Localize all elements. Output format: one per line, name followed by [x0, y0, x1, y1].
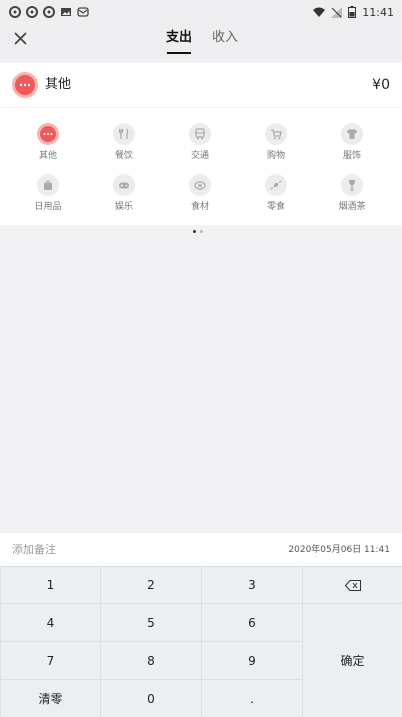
category-clothing[interactable]: 服饰 — [322, 123, 382, 167]
active-tab-indicator — [167, 52, 191, 54]
key-3[interactable]: 3 — [202, 567, 302, 603]
page-dot-active — [193, 230, 196, 233]
bus-icon — [189, 123, 211, 145]
category-dining[interactable]: 餐饮 — [94, 123, 154, 167]
key-1[interactable]: 1 — [1, 567, 100, 603]
key-0[interactable]: 0 — [101, 680, 201, 717]
close-button[interactable] — [10, 28, 32, 50]
key-6[interactable]: 6 — [202, 604, 302, 641]
key-5[interactable]: 5 — [101, 604, 201, 641]
category-ingredients[interactable]: 食材 — [170, 174, 230, 218]
notification-icons — [9, 3, 89, 18]
page-indicator — [193, 230, 203, 233]
key-7[interactable]: 7 — [1, 642, 100, 679]
number-keypad: 1 2 3 4 5 6 7 8 9 清零 0 . 确定 — [0, 566, 402, 717]
glass-icon — [341, 174, 363, 196]
top-bar: 支出 收入 — [0, 20, 402, 58]
confirm-button[interactable]: 确定 — [303, 604, 402, 717]
more-icon — [37, 123, 59, 145]
app-notification-icon — [43, 3, 55, 18]
shirt-icon — [341, 123, 363, 145]
app-notification-icon — [26, 3, 38, 18]
candy-icon — [265, 174, 287, 196]
category-label: 购物 — [266, 151, 285, 161]
meat-icon — [189, 174, 211, 196]
category-label: 娱乐 — [114, 202, 133, 212]
image-icon — [60, 3, 72, 16]
selected-category-row: 其他 ¥0 — [0, 63, 402, 107]
cart-icon — [265, 123, 287, 145]
clear-button[interactable]: 清零 — [1, 680, 100, 717]
key-9[interactable]: 9 — [202, 642, 302, 679]
category-label: 零食 — [266, 202, 285, 212]
category-entertainment[interactable]: 娱乐 — [94, 174, 154, 218]
app-notification-icon — [9, 3, 21, 18]
category-transport[interactable]: 交通 — [170, 123, 230, 167]
tissue-icon — [37, 174, 59, 196]
close-icon — [14, 32, 27, 45]
backspace-button[interactable] — [303, 567, 402, 603]
key-4[interactable]: 4 — [1, 604, 100, 641]
tab-income[interactable]: 收入 — [212, 29, 238, 47]
category-label: 日用品 — [34, 202, 62, 212]
category-shopping[interactable]: 购物 — [246, 123, 306, 167]
page-dot[interactable] — [200, 230, 203, 233]
category-label: 服饰 — [342, 151, 361, 161]
amount-display: ¥0 — [372, 77, 390, 93]
category-other[interactable]: 其他 — [18, 123, 78, 167]
category-snacks[interactable]: 零食 — [246, 174, 306, 218]
gamepad-icon — [113, 174, 135, 196]
category-label: 餐饮 — [114, 151, 133, 161]
backspace-icon — [344, 579, 361, 591]
utensils-icon — [113, 123, 135, 145]
category-label: 烟酒茶 — [338, 202, 366, 212]
category-grid: 其他 餐饮 交通 购物 服饰 日用品 娱乐 食材 零食 烟酒茶 — [0, 108, 402, 233]
key-2[interactable]: 2 — [101, 567, 201, 603]
mail-icon — [77, 3, 89, 17]
category-label: 食材 — [190, 202, 209, 212]
tab-expense[interactable]: 支出 — [166, 29, 192, 47]
category-label: 其他 — [38, 151, 57, 161]
note-row: 添加备注 2020年05月06日 11:41 — [0, 533, 402, 566]
status-bar: 11:41 — [0, 0, 402, 20]
note-input[interactable]: 添加备注 — [12, 543, 56, 557]
date-selector[interactable]: 2020年05月06日 11:41 — [288, 544, 390, 556]
key-8[interactable]: 8 — [101, 642, 201, 679]
category-tobacco-alcohol-tea[interactable]: 烟酒茶 — [322, 174, 382, 218]
key-dot[interactable]: . — [202, 680, 302, 717]
category-daily-goods[interactable]: 日用品 — [18, 174, 78, 218]
clock: 11:41 — [362, 5, 394, 19]
selected-category-name: 其他 — [45, 77, 72, 92]
category-label: 交通 — [190, 151, 209, 161]
more-icon — [12, 72, 38, 98]
